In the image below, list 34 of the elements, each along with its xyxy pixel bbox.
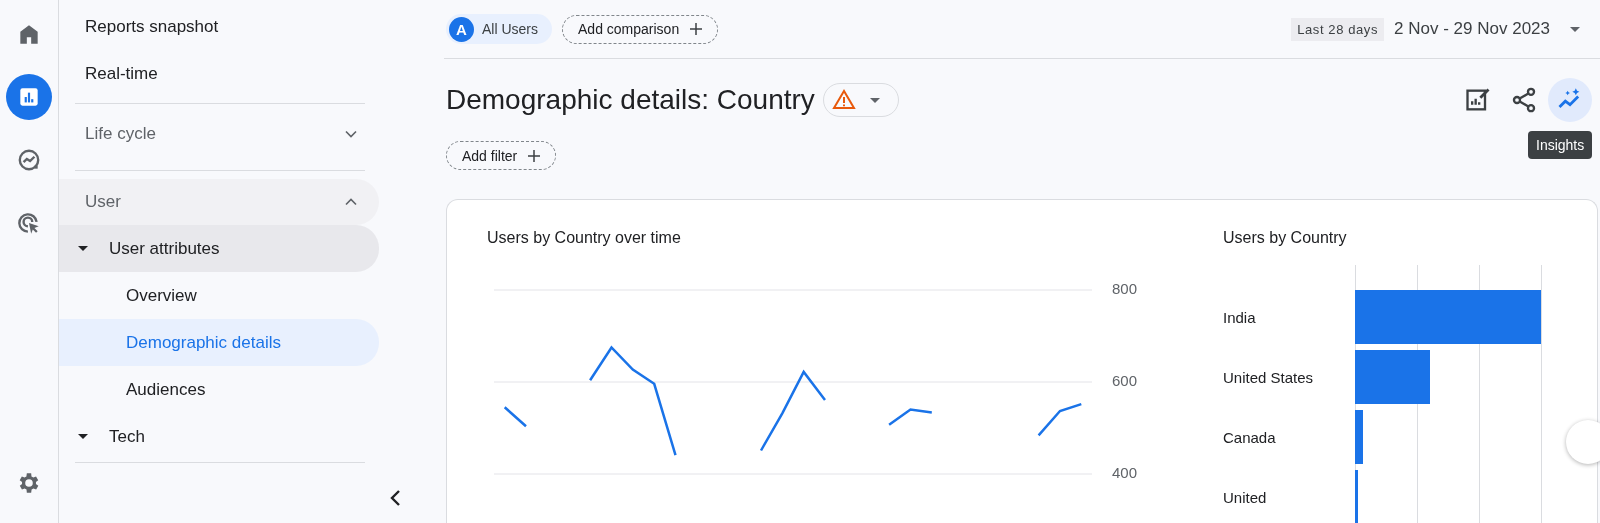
warning-icon <box>831 88 856 112</box>
rail-button[interactable] <box>6 74 52 120</box>
nav-item[interactable]: Overview <box>59 272 379 319</box>
nav-group[interactable]: User attributes <box>59 225 379 272</box>
country-label: United <box>1223 488 1268 506</box>
axis-tick-label: 600 <box>1112 371 1138 389</box>
date-range-button[interactable]: 2 Nov - 29 Nov 2023 <box>1394 19 1586 39</box>
country-label: United States <box>1223 368 1315 386</box>
caret-icon <box>869 97 880 103</box>
nav-item[interactable]: Audiences <box>59 366 379 413</box>
trend-circle-icon <box>16 147 42 173</box>
tooltip: Insights <box>1528 131 1593 159</box>
date-preset-label: Last 28 days <box>1291 17 1385 41</box>
nav-item[interactable]: Real-time <box>59 50 379 97</box>
nav-item[interactable]: Demographic details <box>59 319 379 366</box>
chart-title: Users by Country over time <box>487 229 682 248</box>
nav-group[interactable]: Tech <box>59 413 379 460</box>
caret-icon <box>78 246 88 251</box>
country-label: Canada <box>1223 428 1277 446</box>
nav-section[interactable]: User <box>59 179 379 225</box>
axis-tick-label: 400 <box>1112 463 1138 481</box>
segment-badge: A <box>449 16 474 42</box>
segment-chip[interactable]: A All Users <box>446 14 552 44</box>
segment-label: All Users <box>482 21 538 37</box>
country-label: India <box>1223 308 1257 326</box>
axis-tick-label: 800 <box>1112 279 1138 297</box>
caret-icon <box>78 434 88 439</box>
nav-section[interactable]: Life cycle <box>59 104 379 164</box>
share-icon <box>1510 86 1538 114</box>
nav-item[interactable]: Reports snapshot <box>59 3 379 50</box>
chart-title: Users by Country <box>1223 229 1348 247</box>
report-title: Demographic details: Country <box>446 84 815 116</box>
insights-button[interactable] <box>1548 78 1592 122</box>
caret-icon <box>1570 26 1580 32</box>
